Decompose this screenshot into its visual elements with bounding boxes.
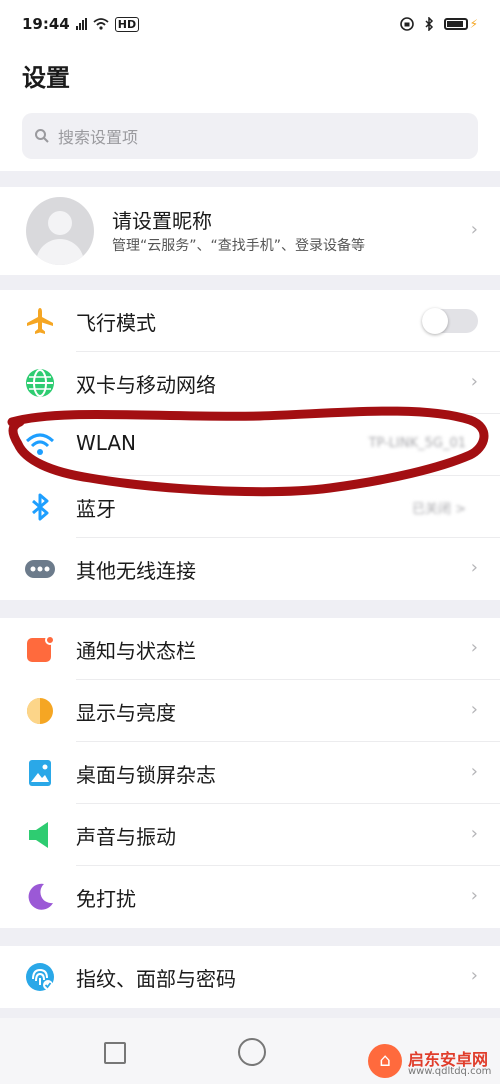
header: 设置 <box>0 48 500 103</box>
search-icon <box>34 128 58 144</box>
wifi-status-icon <box>93 18 109 30</box>
row-label: 双卡与移动网络 <box>76 373 216 397</box>
search-section: 搜索设置项 <box>0 103 500 171</box>
chevron-right-icon: › <box>470 557 478 578</box>
battery-icon <box>443 18 468 30</box>
chevron-right-icon: › <box>470 885 478 906</box>
search-placeholder: 搜索设置项 <box>58 128 139 147</box>
row-fingerprint-face-password[interactable]: 指纹、面部与密码 › <box>0 946 500 1008</box>
profile-card[interactable]: 请设置昵称 管理“云服务”、“查找手机”、登录设备等 › <box>0 187 500 275</box>
more-dots-icon <box>24 553 56 585</box>
navigation-bar: ⌂ 启东安卓网 www.qdltdq.com <box>0 1018 500 1084</box>
recent-apps-button[interactable] <box>104 1042 126 1064</box>
chevron-right-icon: › <box>470 219 478 240</box>
annotation-circle <box>7 406 489 497</box>
row-label: 免打扰 <box>76 887 136 911</box>
row-do-not-disturb[interactable]: 免打扰 › <box>0 866 500 928</box>
row-label: 声音与振动 <box>76 825 176 849</box>
chevron-right-icon: › <box>470 823 478 844</box>
globe-icon <box>24 367 56 399</box>
row-label: 通知与状态栏 <box>76 639 196 663</box>
row-label: 指纹、面部与密码 <box>76 967 236 991</box>
airplane-icon <box>24 305 56 337</box>
home-button[interactable] <box>238 1038 266 1066</box>
bluetooth-status: 已关闭 > <box>411 502 466 517</box>
notification-icon <box>24 633 56 665</box>
moon-icon <box>24 881 56 913</box>
charging-icon: ⚡ <box>469 17 478 31</box>
chevron-right-icon: › <box>470 965 478 986</box>
row-airplane-mode[interactable]: 飞行模式 <box>0 290 500 352</box>
chevron-right-icon: › <box>470 761 478 782</box>
row-other-wireless[interactable]: 其他无线连接 › <box>0 538 500 600</box>
watermark-logo: ⌂ <box>368 1044 402 1078</box>
profile-name: 请设置昵称 <box>112 209 212 233</box>
brightness-icon <box>24 695 56 727</box>
chevron-right-icon: › <box>470 371 478 392</box>
rotation-lock-icon <box>399 17 414 31</box>
row-display-brightness[interactable]: 显示与亮度 › <box>0 680 500 742</box>
bluetooth-status-icon <box>424 17 434 31</box>
row-label: 飞行模式 <box>76 311 156 335</box>
speaker-icon <box>24 819 56 851</box>
airplane-mode-toggle[interactable] <box>422 308 478 334</box>
chevron-right-icon: › <box>470 699 478 720</box>
avatar <box>26 197 94 265</box>
row-notifications[interactable]: 通知与状态栏 › <box>0 618 500 680</box>
wallpaper-icon <box>24 757 56 789</box>
fingerprint-icon <box>24 961 56 993</box>
chevron-right-icon: › <box>470 637 478 658</box>
profile-subtitle: 管理“云服务”、“查找手机”、登录设备等 <box>112 238 366 254</box>
search-input[interactable]: 搜索设置项 <box>22 113 478 159</box>
row-label: 其他无线连接 <box>76 559 196 583</box>
status-right: ⚡ <box>399 17 478 31</box>
row-label: 显示与亮度 <box>76 701 176 725</box>
signal-icon <box>75 18 87 30</box>
status-left: 19:44 HD <box>22 15 140 33</box>
page-title: 设置 <box>22 64 70 92</box>
row-sound-vibration[interactable]: 声音与振动 › <box>0 804 500 866</box>
row-wallpaper[interactable]: 桌面与锁屏杂志 › <box>0 742 500 804</box>
status-bar: 19:44 HD ⚡ <box>0 0 500 48</box>
hd-badge: HD <box>114 16 140 32</box>
watermark-url: www.qdltdq.com <box>408 1066 492 1077</box>
status-time: 19:44 <box>22 15 70 33</box>
row-label: 桌面与锁屏杂志 <box>76 763 216 787</box>
